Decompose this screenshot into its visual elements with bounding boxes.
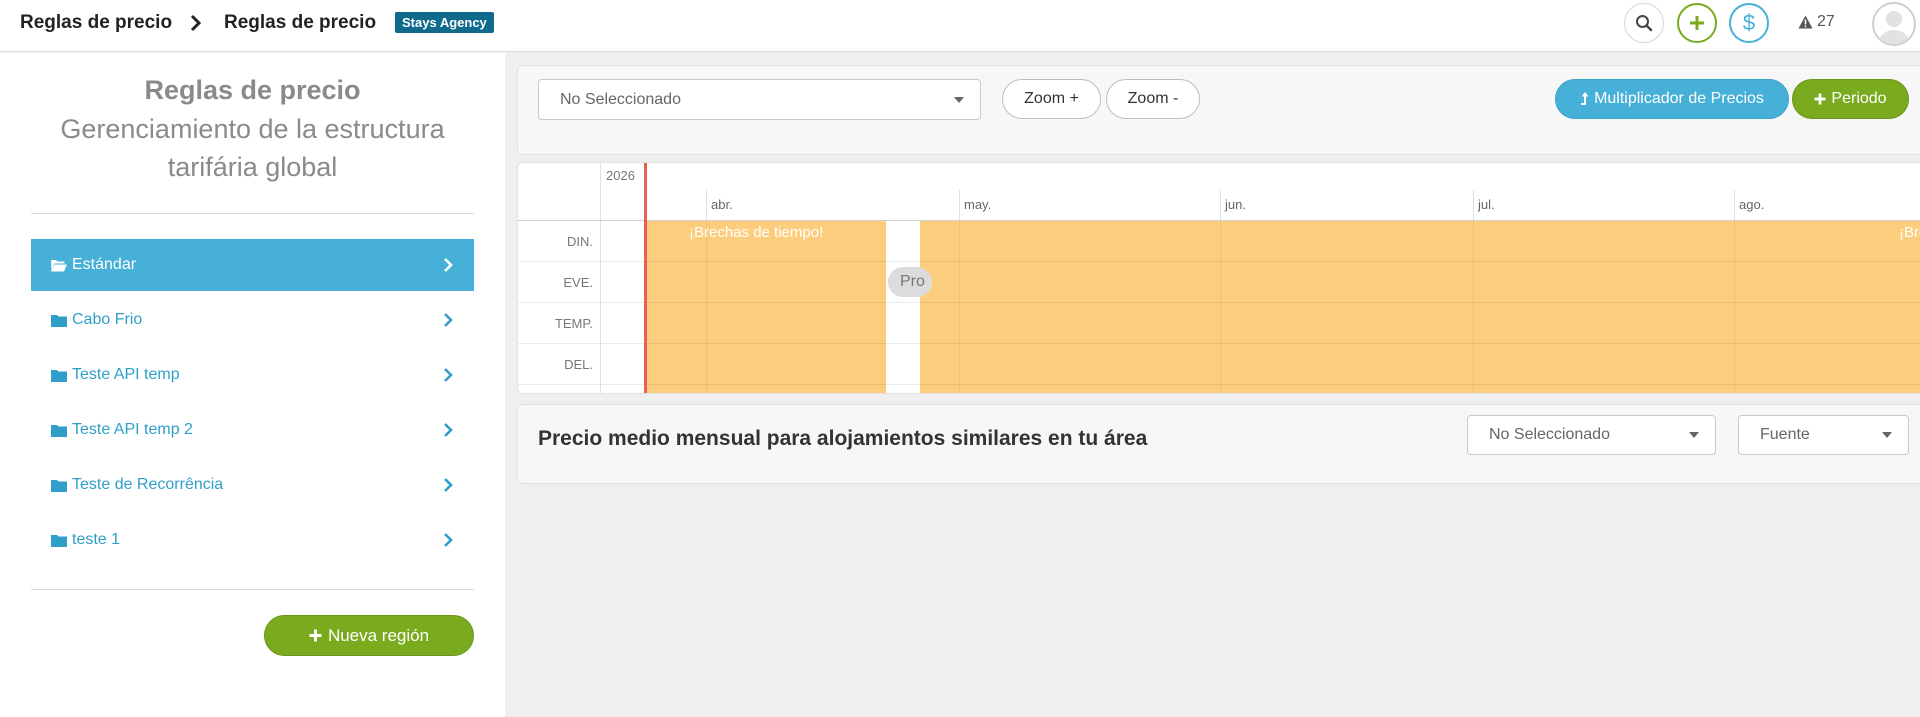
region-item-label: Cabo Frio — [72, 311, 143, 328]
time-gap-label: ¡Bre — [1899, 224, 1920, 241]
caret-down-icon — [1882, 432, 1892, 438]
month-gridline — [1734, 221, 1735, 393]
month-gridline — [706, 221, 707, 393]
divider — [31, 213, 474, 214]
region-item-label: Estándar — [72, 256, 137, 273]
level-up-icon — [1581, 92, 1589, 105]
folder-icon — [51, 424, 67, 437]
pricing-timeline[interactable]: 2026 abr. may. jun. jul. ago. DIN. EVE. … — [517, 162, 1920, 394]
price-multiplier-button[interactable]: Multiplicador de Precios — [1555, 79, 1789, 119]
zoom-out-button[interactable]: Zoom - — [1106, 79, 1200, 119]
row-divider — [518, 384, 1920, 385]
timeline-year: 2026 — [606, 168, 635, 183]
plus-icon — [309, 629, 322, 642]
region-item-estandar[interactable]: Estándar — [31, 239, 474, 291]
region-item-teste-de-recorrencia[interactable]: Teste de Recorrência — [31, 459, 474, 511]
month-label: ago. — [1739, 197, 1765, 212]
chevron-right-icon — [444, 313, 453, 327]
row-label-temp: TEMP. — [554, 316, 593, 331]
dollar-icon: $ — [1742, 10, 1756, 35]
add-period-button[interactable]: Periodo — [1792, 79, 1909, 119]
alerts-indicator[interactable]: 27 — [1798, 13, 1835, 31]
similar-listings-title: Precio medio mensual para alojamientos s… — [538, 427, 1148, 450]
month-gridline — [959, 221, 960, 393]
month-label: abr. — [711, 197, 733, 212]
sidebar-subtitle: Gerenciamiento de la estructura tarifári… — [60, 114, 445, 182]
pricing-button[interactable]: $ — [1729, 3, 1769, 43]
avatar[interactable] — [1872, 2, 1916, 46]
sidebar: Reglas de precio Gerenciamiento de la es… — [0, 53, 505, 717]
today-marker — [644, 163, 647, 393]
row-divider — [518, 261, 1920, 262]
month-label: may. — [964, 197, 992, 212]
search-button[interactable] — [1624, 3, 1664, 43]
agency-badge: Stays Agency — [395, 12, 494, 33]
region-item-teste-api-temp-2[interactable]: Teste API temp 2 — [31, 404, 474, 456]
breadcrumb-root[interactable]: Reglas de precio — [20, 12, 172, 34]
warning-icon — [1798, 15, 1813, 29]
region-select[interactable]: No Seleccionado — [538, 79, 981, 120]
chevron-right-icon — [444, 368, 453, 382]
region-item-label: teste 1 — [72, 531, 121, 548]
month-label: jul. — [1478, 197, 1495, 212]
folder-icon — [51, 534, 67, 547]
zoom-out-label: Zoom - — [1127, 90, 1179, 107]
region-item-teste-1[interactable]: teste 1 — [31, 514, 474, 566]
price-multiplier-label: Multiplicador de Precios — [1594, 90, 1764, 107]
region-item-cabo-frio[interactable]: Cabo Frio — [31, 294, 474, 346]
user-icon — [1879, 11, 1909, 44]
chevron-right-icon — [444, 423, 453, 437]
folder-icon — [51, 479, 67, 492]
chevron-right-icon — [444, 478, 453, 492]
caret-down-icon — [1689, 432, 1699, 438]
month-gridline — [1220, 221, 1221, 393]
listing-select-value: No Seleccionado — [1489, 426, 1610, 443]
quick-add-button[interactable] — [1677, 3, 1717, 43]
alerts-count: 27 — [1817, 13, 1835, 30]
event-item-label: Pro — [900, 273, 925, 290]
similar-listings-panel: Precio medio mensual para alojamientos s… — [517, 404, 1920, 484]
plus-icon — [1814, 93, 1826, 105]
row-divider — [518, 343, 1920, 344]
row-label-del: DEL. — [564, 357, 593, 372]
month-label: jun. — [1225, 197, 1246, 212]
folder-open-icon — [51, 259, 67, 271]
folder-icon — [51, 314, 67, 327]
source-select[interactable]: Fuente — [1738, 415, 1909, 455]
breadcrumb-current: Reglas de precio — [224, 12, 377, 33]
new-region-button[interactable]: Nueva región — [264, 615, 474, 656]
divider — [600, 163, 601, 393]
listing-select[interactable]: No Seleccionado — [1467, 415, 1716, 455]
zoom-in-label: Zoom + — [1024, 90, 1079, 107]
row-label-eve: EVE. — [563, 275, 593, 290]
row-label-din: DIN. — [567, 234, 593, 249]
chevron-right-icon — [190, 14, 202, 32]
source-select-value: Fuente — [1760, 426, 1810, 443]
sidebar-title: Reglas de precio — [144, 75, 361, 105]
zoom-in-button[interactable]: Zoom + — [1002, 79, 1101, 119]
folder-icon — [51, 369, 67, 382]
add-period-label: Periodo — [1831, 90, 1887, 107]
region-item-teste-api-temp[interactable]: Teste API temp — [31, 349, 474, 401]
region-item-label: Teste de Recorrência — [72, 476, 224, 493]
plus-icon — [1690, 16, 1704, 30]
new-region-label: Nueva región — [327, 625, 430, 645]
period-block[interactable] — [644, 221, 886, 393]
event-item[interactable]: Pro — [888, 267, 932, 297]
region-item-label: Teste API temp 2 — [72, 421, 193, 438]
toolbar-panel: No Seleccionado Zoom + Zoom - Multiplica… — [517, 65, 1920, 155]
divider — [31, 589, 474, 590]
period-block[interactable] — [920, 221, 1920, 393]
region-item-label: Teste API temp — [72, 366, 180, 383]
time-gap-label: ¡Brechas de tiempo! — [689, 224, 824, 241]
search-icon — [1636, 15, 1653, 32]
month-gridline — [1473, 221, 1474, 393]
region-select-value: No Seleccionado — [560, 90, 681, 108]
caret-down-icon — [954, 96, 964, 103]
row-divider — [518, 302, 1920, 303]
chevron-right-icon — [444, 533, 453, 547]
top-bar: Reglas de precio Reglas de precio Stays … — [0, 0, 1920, 52]
chevron-right-icon — [444, 258, 453, 272]
